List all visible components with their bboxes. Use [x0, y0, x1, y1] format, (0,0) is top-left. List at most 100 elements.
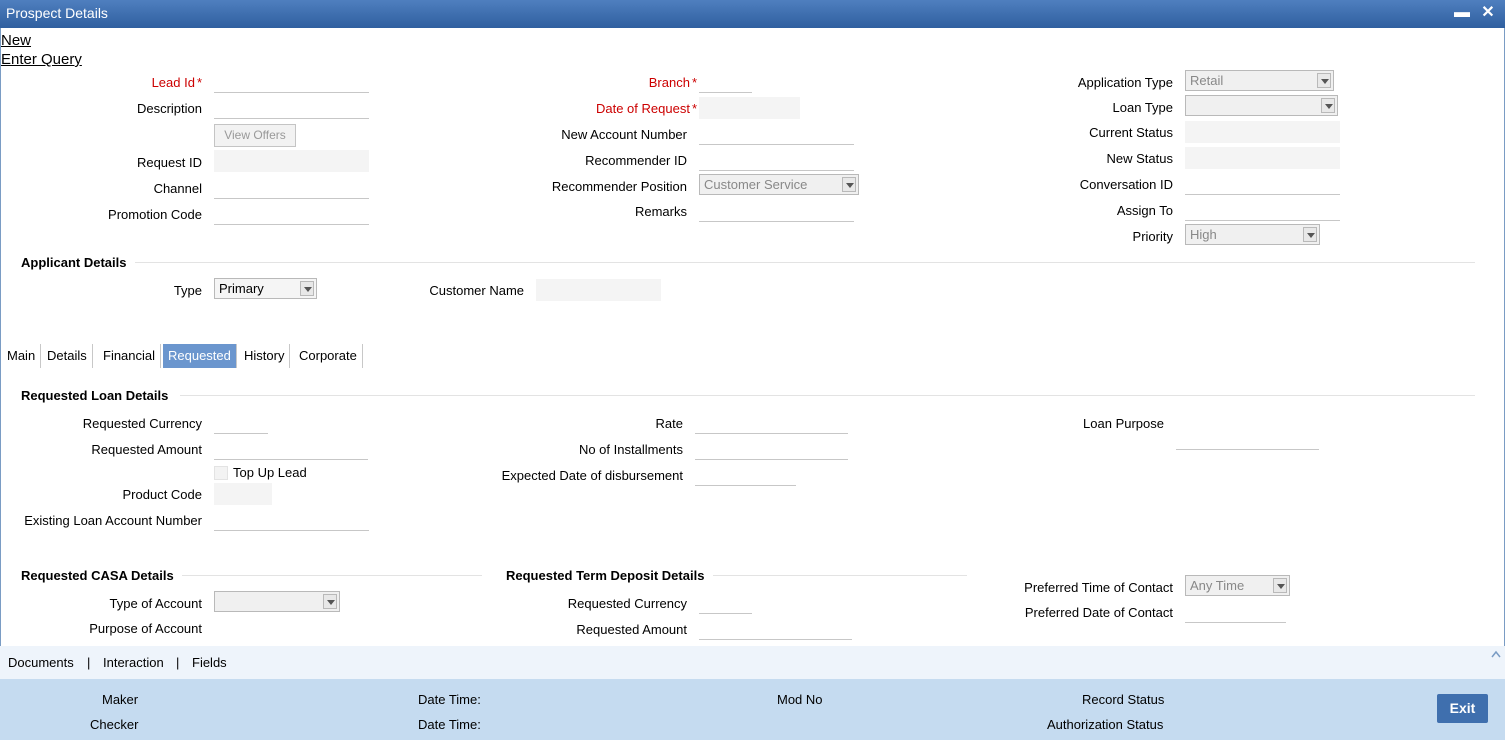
branch-label: Branch *: [648, 75, 697, 90]
remarks-label: Remarks: [634, 204, 687, 219]
window-title: Prospect Details: [6, 5, 108, 21]
tab-main[interactable]: Main: [2, 344, 42, 368]
recommender-id-input[interactable]: [699, 149, 854, 171]
priority-select[interactable]: High: [1185, 224, 1320, 245]
purpose-of-account-label: Purpose of Account: [89, 621, 202, 636]
new-account-number-input[interactable]: [699, 123, 854, 145]
new-status-label: New Status: [1106, 151, 1173, 166]
close-icon[interactable]: ✕: [1479, 3, 1497, 23]
view-offers-button[interactable]: View Offers: [214, 124, 296, 147]
channel-input[interactable]: [214, 177, 369, 199]
priority-value: High: [1190, 227, 1217, 242]
chevron-down-icon: [842, 177, 856, 192]
preferred-date-of-contact-label: Preferred Date of Contact: [1024, 605, 1173, 620]
preferred-time-of-contact-label: Preferred Time of Contact: [1024, 580, 1173, 595]
link-separator: |: [87, 655, 91, 670]
no-of-installments-label: No of Installments: [578, 442, 683, 457]
new-account-number-label: New Account Number: [561, 127, 687, 142]
customer-name-label: Customer Name: [429, 283, 524, 298]
conversation-id-label: Conversation ID: [1079, 177, 1173, 192]
preferred-time-value: Any Time: [1190, 578, 1245, 593]
requested-currency-input[interactable]: [214, 412, 268, 434]
lead-id-input[interactable]: [214, 71, 369, 93]
loan-type-label: Loan Type: [1112, 100, 1173, 115]
tab-financial[interactable]: Financial: [98, 344, 162, 368]
tab-requested[interactable]: Requested: [163, 344, 237, 368]
rate-input[interactable]: [695, 412, 848, 434]
interaction-link[interactable]: Interaction: [103, 655, 164, 670]
type-of-account-label: Type of Account: [109, 596, 202, 611]
exit-button[interactable]: Exit: [1437, 694, 1488, 723]
description-input[interactable]: [214, 97, 369, 119]
chevron-down-icon: [300, 281, 314, 296]
date-of-request-label: Date of Request *: [595, 101, 697, 116]
minimize-icon[interactable]: ▬: [1453, 3, 1471, 23]
customer-name-input: [536, 279, 661, 301]
assign-to-label: Assign To: [1116, 203, 1173, 218]
branch-input[interactable]: [699, 71, 752, 93]
request-id-input: [214, 150, 369, 172]
chevron-down-icon: [323, 594, 337, 609]
loan-purpose-input[interactable]: [1176, 428, 1319, 450]
applicant-type-select[interactable]: Primary: [214, 278, 317, 299]
remarks-input[interactable]: [699, 200, 854, 222]
applicant-type-value: Primary: [219, 281, 264, 296]
maker-label: Maker: [102, 692, 139, 707]
documents-link[interactable]: Documents: [8, 655, 74, 670]
current-status-input: [1185, 121, 1340, 143]
chevron-up-icon[interactable]: [1491, 650, 1501, 658]
fields-link[interactable]: Fields: [192, 655, 227, 670]
assign-to-input[interactable]: [1185, 199, 1340, 221]
top-up-lead-checkbox[interactable]: [214, 466, 228, 480]
no-of-installments-input[interactable]: [695, 438, 848, 460]
preferred-date-of-contact-input[interactable]: [1185, 601, 1286, 623]
term-deposit-currency-label: Requested Currency: [567, 596, 687, 611]
requested-currency-label: Requested Currency: [82, 416, 202, 431]
expected-date-of-disbursement-label: Expected Date of disbursement: [501, 468, 683, 483]
chevron-down-icon: [1317, 73, 1331, 88]
new-status-input: [1185, 147, 1340, 169]
description-label: Description: [136, 101, 202, 116]
tab-details[interactable]: Details: [42, 344, 93, 368]
application-type-select[interactable]: Retail: [1185, 70, 1334, 91]
lead-id-label: Lead Id *: [151, 75, 202, 90]
maker-date-time-label: Date Time:: [418, 692, 481, 707]
term-deposit-currency-input[interactable]: [699, 592, 752, 614]
product-code-input[interactable]: [214, 483, 272, 505]
loan-type-select[interactable]: [1185, 95, 1338, 116]
enter-query-link[interactable]: Enter Query: [1, 51, 82, 68]
bottom-link-bar: Documents | Interaction | Fields: [0, 646, 1505, 679]
product-code-label: Product Code: [122, 487, 203, 502]
tab-corporate[interactable]: Corporate: [294, 344, 363, 368]
preferred-time-of-contact-select[interactable]: Any Time: [1185, 575, 1290, 596]
type-of-account-select[interactable]: [214, 591, 340, 612]
promotion-code-input[interactable]: [214, 203, 369, 225]
checker-date-time-label: Date Time:: [418, 717, 481, 732]
application-type-value: Retail: [1190, 73, 1224, 88]
tab-history[interactable]: History: [239, 344, 291, 368]
section-divider: [180, 395, 1475, 396]
link-separator: |: [176, 655, 180, 670]
title-bar: Prospect Details ▬ ✕: [0, 0, 1505, 28]
section-divider: [713, 575, 967, 576]
requested-term-deposit-details-heading: Requested Term Deposit Details: [506, 568, 705, 583]
requested-amount-input[interactable]: [214, 438, 368, 460]
recommender-position-label: Recommender Position: [551, 179, 687, 194]
expected-date-of-disbursement-input[interactable]: [695, 464, 796, 486]
current-status-label: Current Status: [1089, 125, 1173, 140]
record-status-label: Record Status: [1082, 692, 1165, 707]
requested-amount-label: Requested Amount: [91, 442, 202, 457]
chevron-down-icon: [1321, 98, 1335, 113]
requested-loan-details-heading: Requested Loan Details: [21, 388, 169, 403]
new-link[interactable]: New: [1, 32, 31, 49]
recommender-position-select[interactable]: Customer Service: [699, 174, 859, 195]
section-divider: [135, 262, 1475, 263]
date-of-request-input[interactable]: [699, 97, 800, 119]
existing-loan-account-number-input[interactable]: [214, 509, 369, 531]
term-deposit-amount-input[interactable]: [699, 618, 852, 640]
authorization-status-label: Authorization Status: [1047, 717, 1164, 732]
conversation-id-input[interactable]: [1185, 173, 1340, 195]
checker-label: Checker: [90, 717, 139, 732]
requested-casa-details-heading: Requested CASA Details: [21, 568, 174, 583]
mod-no-label: Mod No: [777, 692, 823, 707]
